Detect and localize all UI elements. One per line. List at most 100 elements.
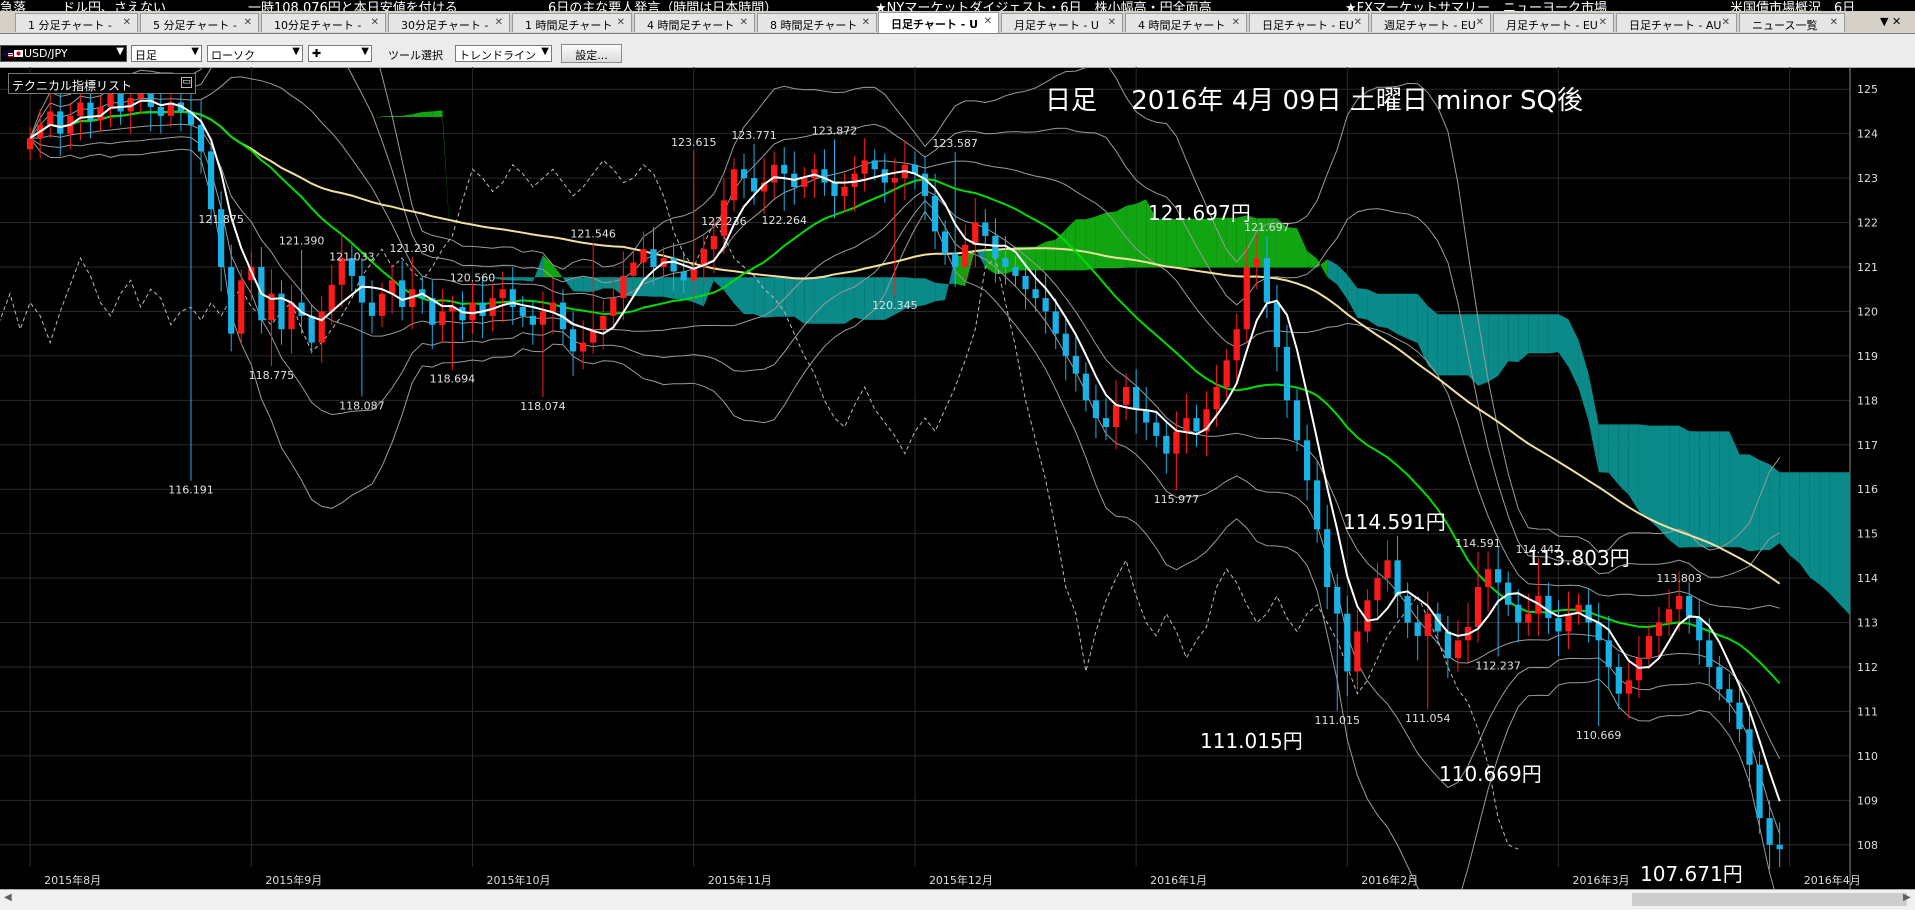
tab-30min-chart[interactable]: 30分足チャート - ✕ xyxy=(388,13,510,32)
chart-area[interactable]: 108 109 110 111 112 113 114 115 116 117 118 119 120 1… xyxy=(0,67,1915,889)
candle-body xyxy=(549,302,557,312)
candle xyxy=(47,91,54,139)
candle-body xyxy=(1495,569,1502,583)
crosshair-icon: ✚ xyxy=(312,47,322,60)
price-axis-tick: 117 xyxy=(1857,439,1878,452)
ichimoku-cloud xyxy=(1085,216,1096,271)
tab-list-menu[interactable]: ▼ ✕ xyxy=(1880,15,1901,28)
candle-body xyxy=(630,262,637,276)
price-label: 121.697 xyxy=(1244,221,1290,234)
close-icon[interactable]: ✕ xyxy=(1108,17,1116,28)
ichimoku-cloud xyxy=(1568,319,1579,389)
ticker-item[interactable]: 急落 xyxy=(0,0,26,11)
ichimoku-cloud xyxy=(1387,293,1398,335)
candle-body xyxy=(1133,387,1140,410)
settings-button[interactable]: 設定... xyxy=(561,44,622,63)
ticker-item[interactable]: ★NYマーケットダイジェスト・6日 株小幅高・円全面高 xyxy=(875,0,1212,11)
price-axis-tick: 119 xyxy=(1857,350,1878,363)
candle xyxy=(921,155,929,221)
tab-monthly-chart-usd[interactable]: 月足チャート - U ✕ xyxy=(1001,13,1123,32)
tab-5min-chart[interactable]: 5 分足チャート - ✕ xyxy=(140,13,259,32)
candle-body xyxy=(469,302,476,321)
candle xyxy=(1374,562,1381,621)
close-icon[interactable]: ✕ xyxy=(1599,17,1607,28)
candle xyxy=(1334,573,1341,711)
tab-1min-chart[interactable]: 1 分足チャート - ✕ xyxy=(15,13,138,32)
candle xyxy=(1082,362,1089,412)
tab-8hour-chart[interactable]: 8 時間足チャート ✕ xyxy=(757,13,877,32)
candle-body xyxy=(650,249,657,267)
tab-daily-chart-usd[interactable]: 日足チャート - U ✕ xyxy=(878,12,999,33)
annotation-high-113803: 113.803円 xyxy=(1527,546,1630,570)
price-label: 120.345 xyxy=(872,299,918,312)
ticker-item[interactable]: ★FXマーケットサマリー ニューヨーク市場 xyxy=(1345,0,1607,11)
ichimoku-cloud xyxy=(764,277,775,318)
ticker-item[interactable]: 6日の主な要人発言（時間は日本時間） xyxy=(548,0,777,11)
ticker-item[interactable]: 一時108.076円と本日安値を付ける xyxy=(248,0,458,11)
candle-body xyxy=(670,258,677,272)
symbol-select[interactable]: USD/JPY ▼ xyxy=(0,45,127,62)
tab-weekly-chart-eur[interactable]: 週足チャート - EU ✕ xyxy=(1371,13,1491,32)
close-icon[interactable]: ✕ xyxy=(740,17,748,28)
close-icon[interactable]: ✕ xyxy=(123,17,131,28)
tab-1hour-chart[interactable]: 1 時間足チャート ✕ xyxy=(512,13,632,32)
horizontal-scrollbar[interactable]: ◀ ▶ xyxy=(0,889,1915,910)
candle-body xyxy=(1706,640,1713,667)
price-label: 121.546 xyxy=(570,228,616,241)
chart-type-select[interactable]: ローソク ▼ xyxy=(207,45,303,62)
ichimoku-cloud xyxy=(583,277,594,292)
scrollbar-thumb[interactable] xyxy=(1632,893,1907,906)
candlestick-chart[interactable]: 108 109 110 111 112 113 114 115 116 117 118 119 120 1… xyxy=(0,67,1915,889)
tab-4hour-chart-2[interactable]: 4 時間足チャート ✕ xyxy=(1125,13,1247,32)
close-icon[interactable]: ✕ xyxy=(244,17,252,28)
close-icon[interactable]: ✕ xyxy=(617,17,625,28)
price-label: 123.771 xyxy=(731,129,777,142)
ichimoku-cloud xyxy=(593,277,604,292)
timeframe-select[interactable]: 日足 ▼ xyxy=(131,45,202,62)
ichimoku-cloud xyxy=(1588,373,1599,473)
close-icon[interactable]: ✕ xyxy=(1354,17,1362,28)
price-label: 121.390 xyxy=(279,235,325,248)
tab-monthly-chart-eur[interactable]: 月足チャート - EU ✕ xyxy=(1493,13,1614,32)
chart-tab-bar: 1 分足チャート - ✕ 5 分足チャート - ✕ 10分足チャート - ✕ 3… xyxy=(0,11,1915,34)
close-icon[interactable]: ✕ xyxy=(495,17,503,28)
close-icon[interactable]: ✕ xyxy=(1722,17,1730,28)
candle-body xyxy=(1163,435,1170,454)
candle-body xyxy=(318,311,325,343)
candle xyxy=(1163,420,1170,474)
close-icon[interactable]: ✕ xyxy=(371,17,379,28)
price-label: 118.694 xyxy=(430,372,476,385)
close-icon[interactable]: ✕ xyxy=(1830,17,1838,28)
drawing-tool-select[interactable]: トレンドライン ▼ xyxy=(455,45,552,62)
candle-body xyxy=(841,187,848,196)
close-icon[interactable]: ✕ xyxy=(862,17,870,28)
indicator-list-panel[interactable]: テクニカル指標リスト ▭ xyxy=(8,73,196,94)
scroll-right-icon[interactable]: ▶ xyxy=(1903,892,1911,903)
ichimoku-cloud xyxy=(1297,228,1308,268)
tab-news-list[interactable]: ニュース一覧 ✕ xyxy=(1739,13,1845,32)
ticker-item[interactable]: 米国債市場概況 6日 xyxy=(1730,0,1855,11)
price-label: 120.560 xyxy=(450,272,496,285)
tab-10min-chart[interactable]: 10分足チャート - ✕ xyxy=(261,13,386,32)
news-ticker[interactable]: 急落 ドル円、さえない 一時108.076円と本日安値を付ける 6日の主な要人発… xyxy=(0,0,1915,11)
candle-body xyxy=(1696,618,1703,641)
ichimoku-cloud xyxy=(291,134,302,144)
minimize-icon[interactable]: ▭ xyxy=(181,77,192,88)
tab-4hour-chart[interactable]: 4 時間足チャート ✕ xyxy=(634,13,755,32)
close-icon[interactable]: ✕ xyxy=(1232,17,1240,28)
tab-daily-chart-eur[interactable]: 日足チャート - EU ✕ xyxy=(1249,13,1369,32)
ichimoku-cloud xyxy=(1628,424,1639,512)
candle-body xyxy=(1676,595,1683,610)
close-icon[interactable]: ✕ xyxy=(1476,17,1484,28)
candle-body xyxy=(680,271,687,281)
close-icon[interactable]: ✕ xyxy=(984,16,992,27)
ichimoku-cloud xyxy=(1498,314,1509,376)
cursor-style-select[interactable]: ✚ ▼ xyxy=(308,45,372,62)
scroll-left-icon[interactable]: ◀ xyxy=(4,892,12,903)
price-axis-tick: 115 xyxy=(1857,528,1878,541)
ticker-item[interactable]: ドル円、さえない xyxy=(62,0,166,11)
candle-body xyxy=(1364,600,1371,632)
tab-daily-chart-aud[interactable]: 日足チャート - AU ✕ xyxy=(1616,13,1737,32)
ichimoku-cloud xyxy=(925,278,936,306)
ichimoku-cloud xyxy=(1749,454,1760,552)
